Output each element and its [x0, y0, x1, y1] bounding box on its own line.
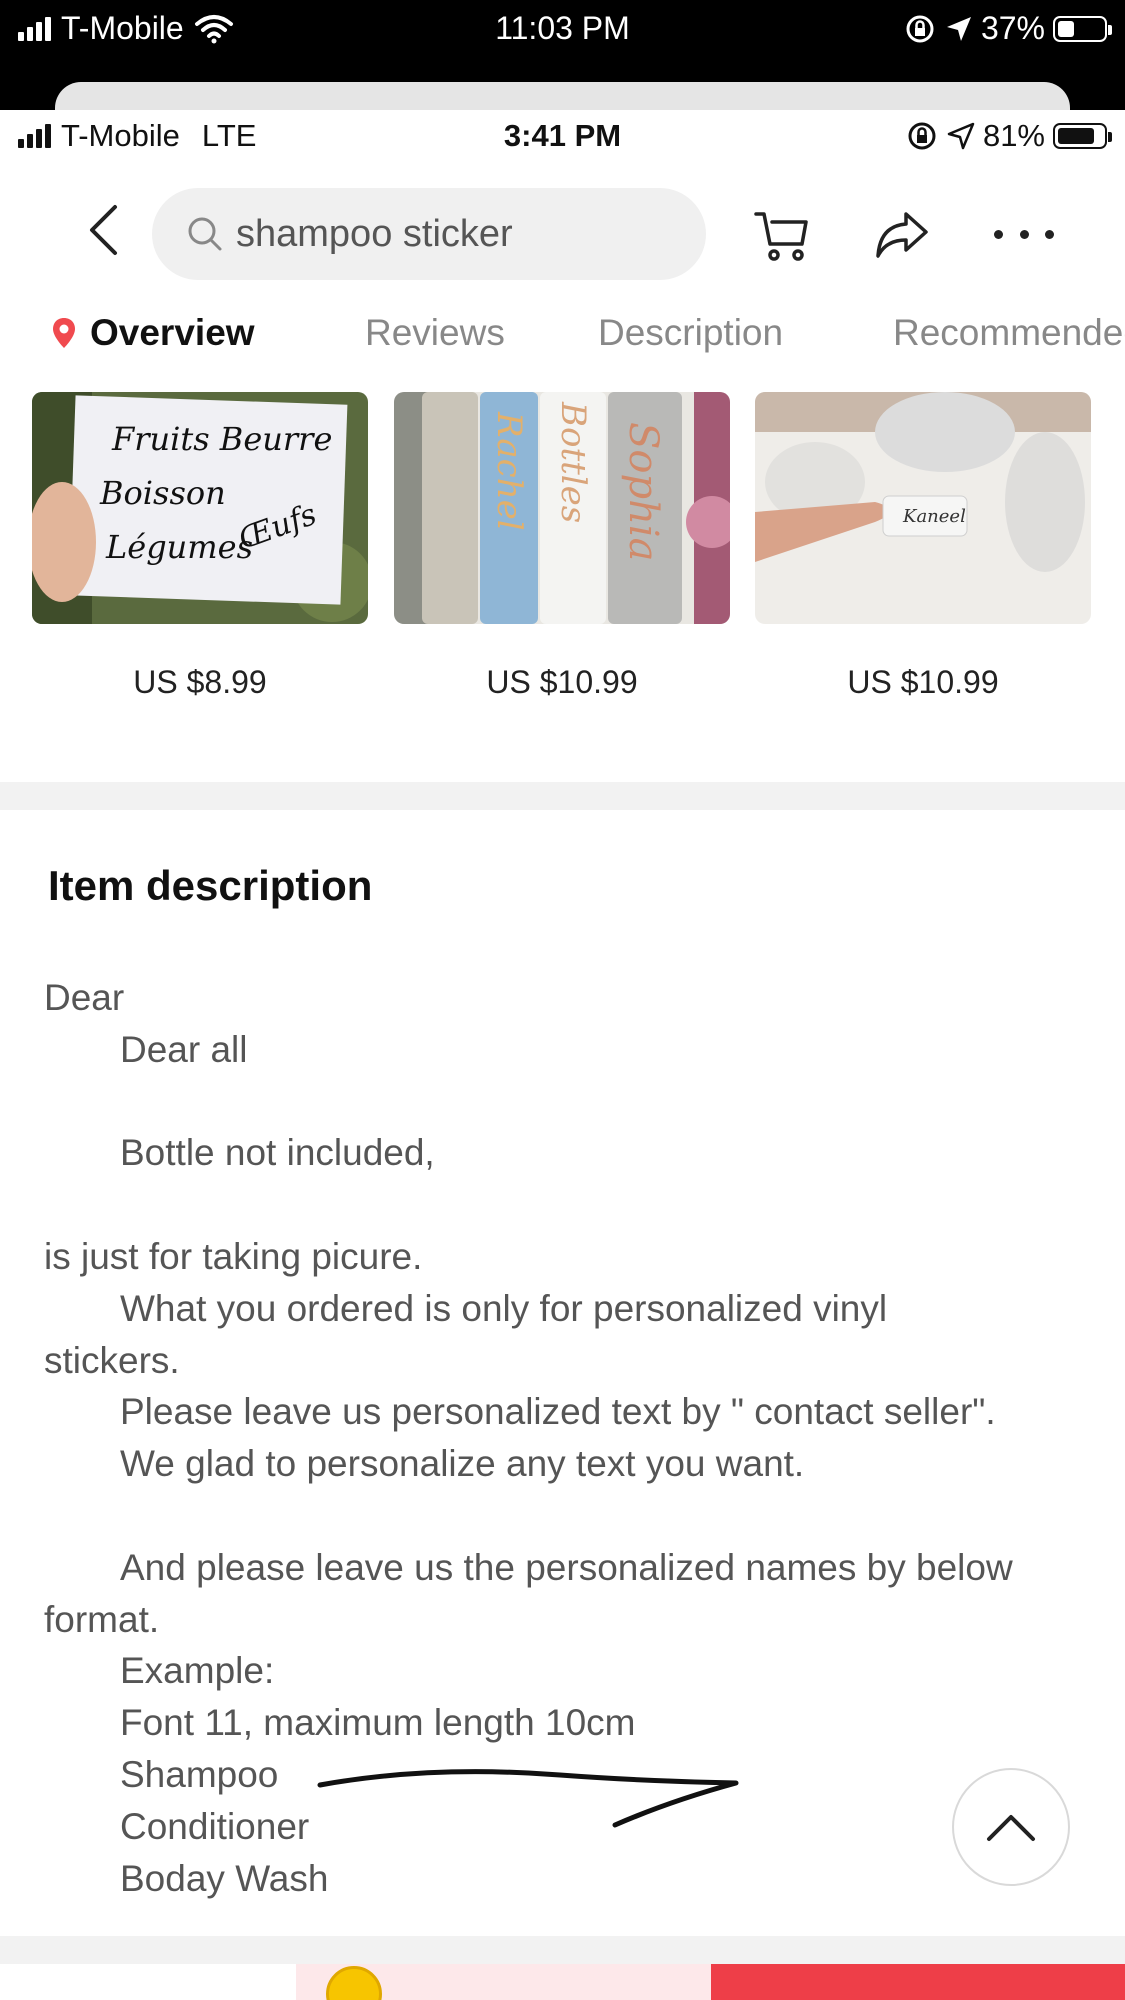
tab-overview-label: Overview: [90, 312, 255, 353]
more-options-button[interactable]: [994, 204, 1054, 264]
product-image-bottles: Rachel Bottles Sophia: [394, 392, 730, 624]
description-line: Boday Wash: [120, 1857, 329, 1899]
battery-icon: [1053, 15, 1112, 42]
product-card-image[interactable]: Kaneel: [755, 392, 1091, 624]
bottom-action-bar: [0, 1964, 1125, 2000]
section-divider: [0, 1936, 1125, 1964]
search-input[interactable]: shampoo sticker: [152, 188, 706, 280]
inner-status-bar: T-Mobile LTE 3:41 PM 81%: [0, 110, 1125, 170]
tab-recommended[interactable]: Recommended: [893, 312, 1125, 354]
section-divider: [0, 782, 1125, 810]
handwritten-arrow-annotation: [317, 1769, 739, 1828]
tab-overview[interactable]: Overview: [52, 312, 255, 354]
product-image-food-labels: Fruits Beurre Boisson Légumes Œufs: [32, 392, 368, 624]
chevron-left-icon: [90, 205, 117, 255]
scroll-to-top-button[interactable]: [952, 1768, 1070, 1886]
product-card-image[interactable]: Fruits Beurre Boisson Légumes Œufs: [32, 392, 368, 624]
description-line: Font 11, maximum length 10cm: [120, 1702, 636, 1744]
section-tabs: Overview Reviews Description Recommended: [0, 290, 1125, 380]
image-text: Bottles: [553, 401, 593, 523]
image-text: Légumes: [105, 528, 253, 566]
outer-status-right: 37%: [905, 10, 1112, 47]
back-button[interactable]: [78, 200, 128, 260]
image-text: Kaneel: [902, 506, 966, 527]
inner-status-right: 81%: [907, 118, 1112, 154]
chevron-up-icon: [987, 1815, 1035, 1841]
product-price[interactable]: US $8.99: [32, 664, 368, 701]
product-card-image[interactable]: Rachel Bottles Sophia: [394, 392, 730, 624]
search-icon: [188, 217, 222, 251]
rotation-lock-icon: [906, 15, 934, 42]
description-line: stickers.: [44, 1339, 180, 1381]
inner-screen: T-Mobile LTE 3:41 PM 81% shampoo sticker…: [0, 110, 1125, 2000]
tab-description[interactable]: Description: [598, 312, 783, 354]
image-text: Rachel: [489, 411, 529, 531]
description-line: is just for taking picure.: [44, 1235, 423, 1277]
description-line: Dear: [44, 977, 125, 1018]
description-line: Dear all: [120, 1028, 248, 1070]
battery-icon: [1053, 123, 1112, 149]
outer-battery-percent: 37%: [980, 10, 1045, 46]
description-line: [44, 1179, 1089, 1231]
description-line: Please leave us personalized text by " c…: [120, 1391, 996, 1433]
description-line: Example:: [120, 1650, 275, 1692]
image-text: Fruits Beurre: [111, 420, 332, 458]
buy-now-button[interactable]: [711, 1964, 1125, 2000]
description-line: We glad to personalize any text you want…: [120, 1443, 805, 1485]
description-line: Bottle not included,: [120, 1132, 435, 1174]
search-query: shampoo sticker: [236, 212, 513, 255]
inner-battery-percent: 81%: [982, 118, 1045, 153]
product-image-jars: Kaneel: [755, 392, 1091, 624]
share-icon: [876, 212, 928, 258]
tab-reviews[interactable]: Reviews: [365, 312, 505, 354]
cart-icon: [754, 212, 808, 261]
image-text: Sophia: [620, 422, 666, 562]
recommended-products: Fruits Beurre Boisson Légumes Œufs Rache…: [0, 392, 1125, 712]
rotation-lock-icon: [908, 122, 936, 150]
product-price[interactable]: US $10.99: [755, 664, 1091, 701]
description-line: [44, 1490, 1089, 1542]
product-price[interactable]: US $10.99: [394, 664, 730, 701]
share-button[interactable]: [872, 204, 932, 264]
description-line: And please leave us the personalized nam…: [120, 1546, 1013, 1588]
description-line: What you ordered is only for personalize…: [120, 1287, 888, 1329]
item-description-title: Item description: [48, 862, 373, 909]
location-pin-icon: [53, 318, 75, 348]
image-text: Boisson: [99, 474, 226, 512]
location-arrow-icon: [946, 16, 971, 41]
top-app-bar: shampoo sticker: [0, 170, 1125, 290]
cart-button[interactable]: [752, 204, 812, 264]
description-line: format.: [44, 1598, 160, 1640]
description-line: [44, 1076, 1089, 1128]
location-arrow-icon: [947, 122, 975, 150]
